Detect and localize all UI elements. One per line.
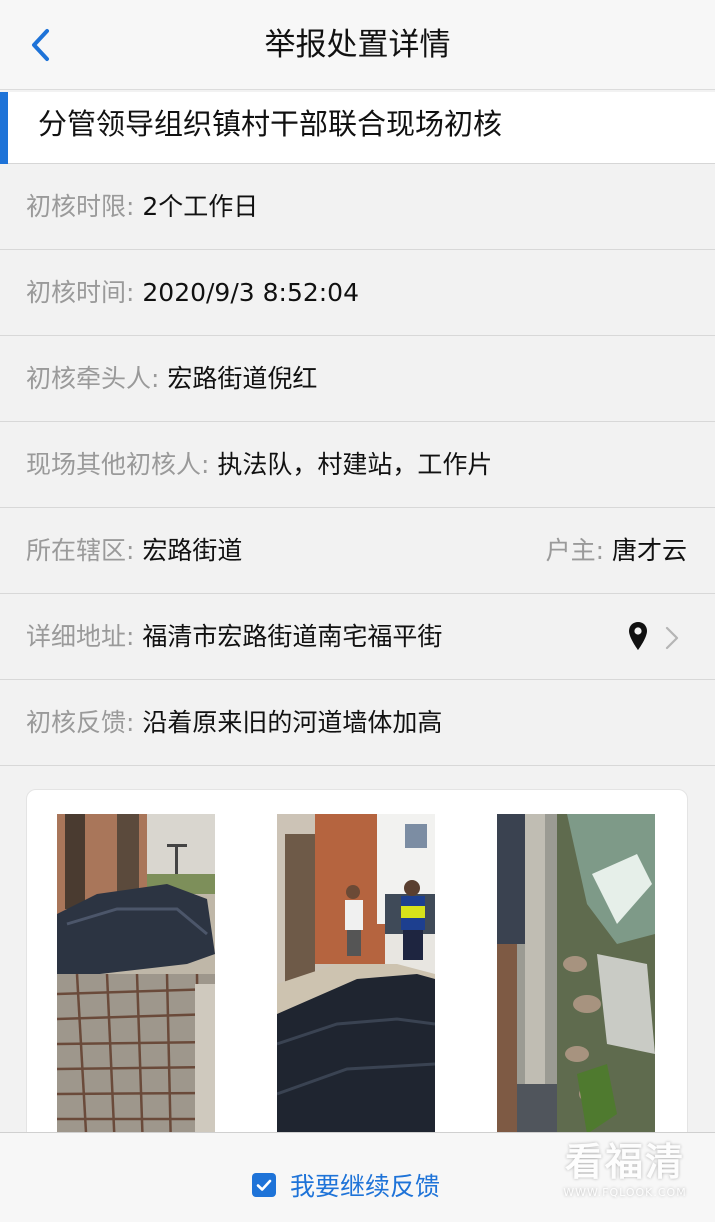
- owner-value: 唐才云: [611, 536, 687, 565]
- photo-gallery: [26, 789, 688, 1149]
- deadline-value: 2个工作日: [142, 192, 259, 221]
- detail-row-feedback: 初核反馈: 沿着原来旧的河道墙体加高: [0, 680, 715, 766]
- location-pin-icon[interactable]: [628, 621, 648, 651]
- time-label: 初核时间:: [26, 278, 135, 307]
- continue-feedback-toggle[interactable]: 我要继续反馈: [252, 1165, 440, 1205]
- photo-3-image: [497, 814, 655, 1148]
- other-inspectors-value: 执法队，村建站，工作片: [217, 450, 493, 479]
- district-value: 宏路街道: [142, 536, 243, 565]
- other-inspectors-label: 现场其他初核人:: [26, 450, 210, 479]
- checkmark-icon: [256, 1179, 272, 1191]
- leader-label: 初核牵头人:: [26, 364, 160, 393]
- photo-1[interactable]: [57, 814, 215, 1148]
- detail-row-deadline: 初核时限: 2个工作日: [0, 164, 715, 250]
- time-value: 2020/9/3 8:52:04: [142, 278, 359, 307]
- feedback-label: 初核反馈:: [26, 708, 135, 737]
- owner-label: 户主:: [545, 536, 605, 565]
- section-header: 分管领导组织镇村干部联合现场初核: [0, 92, 715, 164]
- section-title: 分管领导组织镇村干部联合现场初核: [38, 107, 503, 141]
- continue-feedback-checkbox[interactable]: [252, 1173, 276, 1197]
- deadline-label: 初核时限:: [26, 192, 135, 221]
- detail-row-leader: 初核牵头人: 宏路街道倪红: [0, 336, 715, 422]
- address-label: 详细地址:: [26, 622, 135, 651]
- photo-2[interactable]: [277, 814, 435, 1148]
- photo-3[interactable]: [497, 814, 655, 1148]
- chevron-right-icon: [665, 626, 679, 650]
- section-accent-bar: [0, 92, 8, 164]
- photo-2-image: [277, 814, 435, 1148]
- detail-row-address[interactable]: 详细地址: 福清市宏路街道南宅福平街: [0, 594, 715, 680]
- detail-row-other-inspectors: 现场其他初核人: 执法队，村建站，工作片: [0, 422, 715, 508]
- feedback-value: 沿着原来旧的河道墙体加高: [142, 708, 443, 737]
- leader-value: 宏路街道倪红: [167, 364, 318, 393]
- detail-row-time: 初核时间: 2020/9/3 8:52:04: [0, 250, 715, 336]
- navigation-bar: 举报处置详情: [0, 0, 715, 90]
- detail-row-district: 所在辖区: 宏路街道 户主: 唐才云: [0, 508, 715, 594]
- page-title: 举报处置详情: [264, 27, 451, 63]
- district-label: 所在辖区:: [26, 536, 135, 565]
- bottom-bar: 我要继续反馈: [0, 1132, 715, 1222]
- address-value: 福清市宏路街道南宅福平街: [142, 622, 443, 651]
- continue-feedback-label: 我要继续反馈: [290, 1172, 441, 1201]
- photo-1-image: [57, 814, 215, 1148]
